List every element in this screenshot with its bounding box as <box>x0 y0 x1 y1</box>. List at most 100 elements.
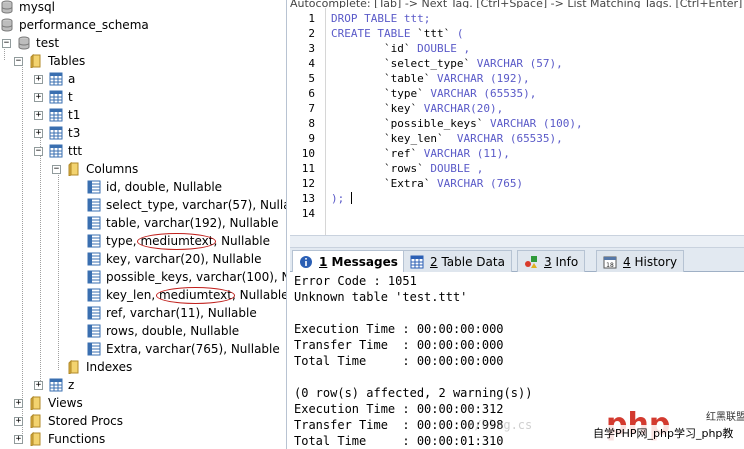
table-z[interactable]: + z <box>34 376 74 394</box>
line-number: 2 <box>308 27 315 40</box>
sql-identifier <box>331 132 384 145</box>
tree-node-label: Indexes <box>86 360 133 374</box>
column-item-6[interactable]: key_len, mediumtext, Nullable <box>72 286 287 304</box>
shapes-icon <box>524 255 538 269</box>
columns-folder[interactable]: − Columns <box>52 160 138 178</box>
sql-identifier: `select_type` <box>383 57 471 70</box>
table-ttt[interactable]: − ttt <box>34 142 82 160</box>
expand-toggle-icon[interactable]: + <box>34 110 43 120</box>
code-line[interactable]: `Extra` VARCHAR (765) <box>331 176 523 191</box>
expand-toggle-icon[interactable]: + <box>34 92 43 102</box>
tab-table-data[interactable]: 2 Table Data <box>403 250 512 272</box>
tree-node-label: type, mediumtext, Nullable <box>106 233 270 250</box>
column-item-3[interactable]: type, mediumtext, Nullable <box>72 232 270 250</box>
sql-identifier: `ttt` <box>417 27 451 40</box>
collapse-toggle-icon[interactable]: − <box>52 164 61 174</box>
code-line[interactable]: `key_len` VARCHAR (65535), <box>331 131 563 146</box>
code-line[interactable]: `table` VARCHAR (192), <box>331 71 530 86</box>
code-line[interactable]: CREATE TABLE `ttt` ( <box>331 26 463 41</box>
tree-node-label: Tables <box>48 54 86 68</box>
column-item-8[interactable]: rows, double, Nullable <box>72 322 239 340</box>
tree-node-label: table, varchar(192), Nullable <box>106 216 278 230</box>
database-icon <box>0 0 14 14</box>
column-item-4[interactable]: key, varchar(20), Nullable <box>72 250 261 268</box>
tree-node-label: Stored Procs <box>48 414 124 428</box>
table-t[interactable]: + t <box>34 88 73 106</box>
column-text: key_len, <box>106 288 159 302</box>
column-item-1[interactable]: select_type, varchar(57), Nullable <box>72 196 286 214</box>
tree-node-label: Columns <box>86 162 139 176</box>
indexes-folder[interactable]: Indexes <box>52 358 132 376</box>
db-performance_schema[interactable]: performance_schema <box>0 16 149 34</box>
db-mysql[interactable]: mysql <box>0 0 55 16</box>
table-icon <box>49 378 63 392</box>
code-line[interactable]: `possible_keys` VARCHAR (100), <box>331 116 583 131</box>
tab-shortcut-number: 1 <box>319 255 328 269</box>
code-line[interactable]: DROP TABLE ttt; <box>331 11 430 26</box>
line-number: 5 <box>308 72 315 85</box>
views-folder[interactable]: + Views <box>14 394 83 412</box>
code-line[interactable]: `select_type` VARCHAR (57), <box>331 56 563 71</box>
sql-identifier <box>331 42 384 55</box>
sql-keyword: ); <box>331 192 345 205</box>
watermark-bar: 自学PHP网_php学习_php教 <box>590 425 744 443</box>
column-text: , Nullable <box>231 288 287 302</box>
tree-node-label: mysql <box>19 0 55 14</box>
output-line: Error Code : 1051 <box>294 274 417 288</box>
column-item-0[interactable]: id, double, Nullable <box>72 178 222 196</box>
column-item-2[interactable]: table, varchar(192), Nullable <box>72 214 278 232</box>
folder-icon <box>67 162 81 176</box>
column-text: key, varchar(20), Nullable <box>106 252 262 266</box>
sql-keyword: DOUBLE , <box>410 42 471 55</box>
db-test[interactable]: − test <box>0 34 59 52</box>
tree-node-label: key_len, mediumtext, Nullable <box>106 287 287 304</box>
tab-info[interactable]: 3 Info <box>517 250 586 272</box>
sql-identifier <box>331 72 384 85</box>
tab-messages[interactable]: 1 Messages <box>292 250 405 273</box>
functions-folder[interactable]: + Functions <box>14 430 105 448</box>
sql-editor[interactable]: 1 2 3 4 5 6 7 8 9 10 11 12 13 14 DROP TABLE ttt; CREAT… <box>290 8 744 235</box>
expand-toggle-icon[interactable]: + <box>34 380 43 390</box>
code-line[interactable]: ); <box>331 191 352 206</box>
expand-toggle-icon[interactable]: + <box>34 128 43 138</box>
stored-procs-folder[interactable]: + Stored Procs <box>14 412 123 430</box>
tables-folder[interactable]: − Tables <box>14 52 85 70</box>
table-t1[interactable]: + t1 <box>34 106 80 124</box>
tree-node-label: rows, double, Nullable <box>106 324 239 338</box>
collapse-toggle-icon[interactable]: − <box>2 38 11 48</box>
code-line[interactable]: `ref` VARCHAR (11), <box>331 146 510 161</box>
table-icon <box>49 108 63 122</box>
table-t3[interactable]: + t3 <box>34 124 80 142</box>
table-icon <box>49 126 63 140</box>
folder-icon <box>29 414 43 428</box>
code-line[interactable]: `id` DOUBLE , <box>331 41 470 56</box>
circled-annotation: mediumtext <box>155 287 236 304</box>
column-item-7[interactable]: ref, varchar(11), Nullable <box>72 304 257 322</box>
expand-toggle-icon[interactable]: + <box>14 434 23 444</box>
collapse-toggle-icon[interactable]: − <box>34 146 43 156</box>
expand-toggle-icon[interactable]: + <box>14 416 23 426</box>
line-number: 6 <box>308 87 315 100</box>
column-icon <box>87 342 101 356</box>
line-number: 9 <box>308 132 315 145</box>
tab-history[interactable]: 18 4 History <box>596 250 685 272</box>
expand-toggle-icon[interactable]: + <box>14 398 23 408</box>
pane-splitter[interactable] <box>290 235 744 248</box>
column-item-9[interactable]: Extra, varchar(765), Nullable <box>72 340 280 358</box>
tree-node-label: performance_schema <box>19 18 149 32</box>
code-line[interactable]: `type` VARCHAR (65535), <box>331 86 536 101</box>
sql-keyword: VARCHAR(20), <box>417 102 504 115</box>
sql-identifier: `Extra` <box>383 177 431 190</box>
code-line[interactable]: `rows` DOUBLE , <box>331 161 483 176</box>
expand-toggle-icon[interactable]: + <box>34 74 43 84</box>
code-line[interactable]: `key` VARCHAR(20), <box>331 101 503 116</box>
sql-keyword: VARCHAR (57), <box>470 57 563 70</box>
watermark-blog-text: ://blog.cs <box>460 418 533 432</box>
collapse-toggle-icon[interactable]: − <box>14 56 23 66</box>
sql-identifier <box>331 102 384 115</box>
column-item-5[interactable]: possible_keys, varchar(100), Nulla <box>72 268 286 286</box>
column-icon <box>87 234 101 248</box>
sql-keyword: VARCHAR (765) <box>430 177 524 190</box>
column-icon <box>87 216 101 230</box>
table-a[interactable]: + a <box>34 70 75 88</box>
